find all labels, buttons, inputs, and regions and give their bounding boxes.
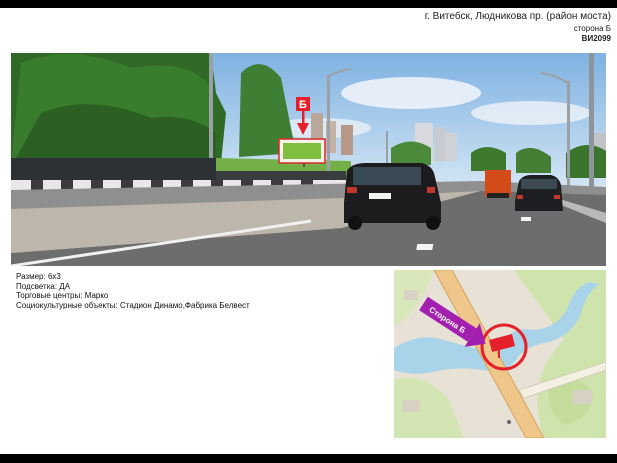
billboard-code: ВИ2099 [581, 34, 611, 43]
address-title: г. Витебск, Людникова пр. (район моста) [424, 11, 611, 22]
info-social: Социокультурные объекты: Стадион Динамо,… [16, 300, 250, 310]
marker-letter: Б [299, 99, 307, 111]
top-black-bar [0, 0, 617, 8]
location-map: Сторона Б [394, 270, 606, 438]
side-label: сторона Б [573, 24, 611, 33]
info-size: Размер: 6х3 [16, 272, 61, 281]
bottom-black-bar [0, 454, 617, 463]
billboard-info: Размер: 6х3 Подсветка: ДА Торговые центр… [16, 272, 250, 310]
location-photo: Б [11, 53, 606, 266]
info-lighting: Подсветка: ДА [16, 281, 71, 291]
info-malls: Торговые центры: Марко [16, 291, 109, 301]
header: г. Витебск, Людникова пр. (район моста) … [425, 10, 611, 44]
